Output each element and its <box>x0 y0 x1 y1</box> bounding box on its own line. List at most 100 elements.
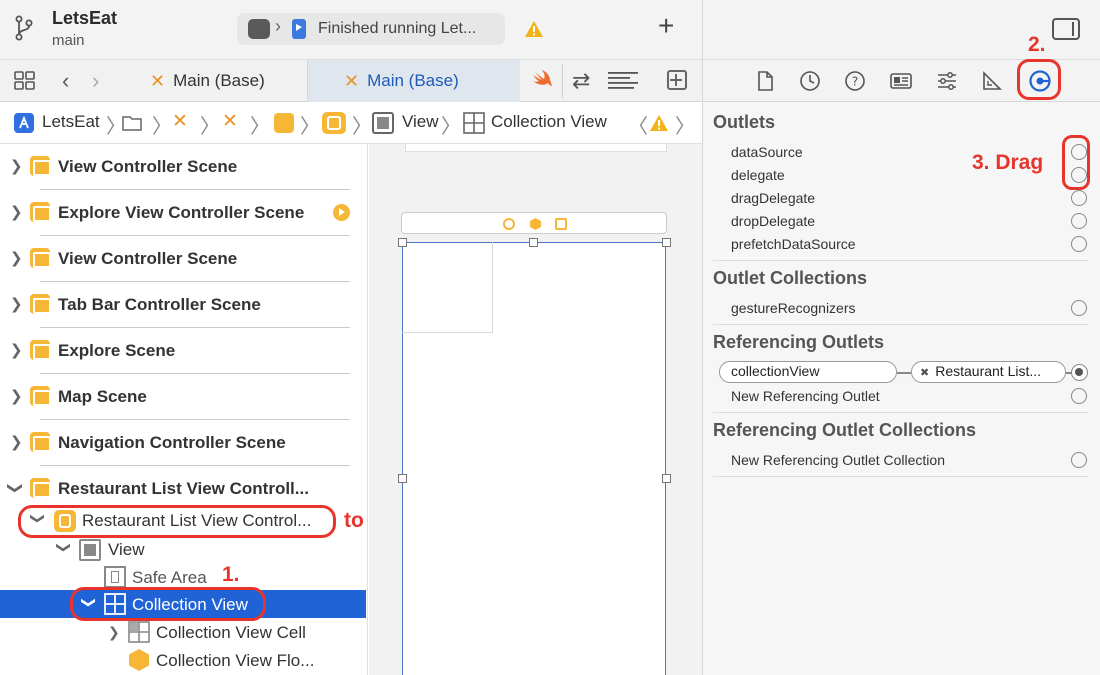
view-controller-icon[interactable] <box>322 112 346 134</box>
connected-indicator[interactable] <box>1071 364 1088 381</box>
size-inspector-icon[interactable] <box>981 70 1003 92</box>
swift-icon[interactable] <box>530 68 554 92</box>
annotation-step-2: 2. <box>1028 33 1046 56</box>
jump-project[interactable]: LetsEat <box>42 112 100 132</box>
disclosure-down-icon[interactable]: ❯ <box>6 482 24 495</box>
swap-arrows-icon[interactable]: ⇄ <box>572 68 590 94</box>
chevron-right-icon[interactable]: 〉 <box>675 110 695 139</box>
outlet-connector[interactable] <box>1071 236 1087 252</box>
scheme-icon[interactable] <box>248 19 270 39</box>
chevron-right-icon: 〉 <box>441 116 461 138</box>
warning-icon[interactable] <box>649 114 669 132</box>
sidebar-toggle-icon[interactable] <box>1052 18 1080 40</box>
storyboard-icon[interactable]: ✕ <box>172 110 188 133</box>
device-icon[interactable] <box>290 18 308 40</box>
tree-label-collection-view[interactable]: Collection View <box>132 595 248 615</box>
resize-handle[interactable] <box>529 238 538 247</box>
tree-label-flow-layout[interactable]: Collection View Flo... <box>156 651 314 671</box>
disclosure-right-icon[interactable]: ❯ <box>10 295 23 313</box>
disclosure-down-icon[interactable]: ❯ <box>55 542 72 554</box>
chevron-right-icon: 〉 <box>152 116 172 138</box>
scene-row[interactable]: ❯ Explore View Controller Scene <box>0 190 368 236</box>
disclosure-right-icon[interactable]: ❯ <box>10 433 23 451</box>
scene-row[interactable]: ❯ View Controller Scene <box>0 236 368 282</box>
divider <box>713 412 1088 413</box>
resize-handle[interactable] <box>398 474 407 483</box>
object-icon[interactable] <box>530 218 541 230</box>
scene-icon <box>30 202 51 222</box>
forward-button[interactable]: › <box>92 68 99 94</box>
editor-options-icon[interactable] <box>608 71 638 89</box>
related-items-grid-icon[interactable] <box>14 71 36 91</box>
disclosure-right-icon[interactable]: ❯ <box>10 249 23 267</box>
entry-arrow-icon[interactable] <box>333 204 350 221</box>
back-button[interactable]: ‹ <box>62 68 69 94</box>
storyboard-base-icon[interactable]: ✕ <box>222 110 238 133</box>
remove-connection-icon[interactable]: ✖ <box>920 367 929 379</box>
scene-preview <box>405 144 667 152</box>
collection-cell-canvas[interactable] <box>402 242 493 333</box>
file-inspector-icon[interactable] <box>754 70 776 92</box>
identity-inspector-icon[interactable] <box>890 70 912 92</box>
referencing-target-pill[interactable]: ✖ Restaurant List... <box>911 361 1066 383</box>
connections-inspector-icon[interactable] <box>1028 69 1052 93</box>
divider <box>713 324 1088 325</box>
help-inspector-icon[interactable]: ? <box>844 70 866 92</box>
scene-icon[interactable] <box>274 113 294 133</box>
annotation-step-1: 1. <box>222 563 240 586</box>
referencing-outlet-pill[interactable]: collectionView <box>719 361 897 383</box>
history-inspector-icon[interactable] <box>799 70 821 92</box>
outlet-label: dragDelegate <box>731 190 816 206</box>
outlet-connector[interactable] <box>1071 300 1087 316</box>
disclosure-right-icon[interactable]: ❯ <box>10 387 23 405</box>
connection-line <box>897 372 911 374</box>
resize-handle[interactable] <box>662 474 671 483</box>
scene-row[interactable]: ❯ Tab Bar Controller Scene <box>0 282 368 328</box>
disclosure-down-icon[interactable]: ❯ <box>29 513 46 525</box>
disclosure-right-icon[interactable]: ❯ <box>10 203 23 221</box>
first-responder-icon[interactable] <box>503 218 515 230</box>
resize-handle[interactable] <box>662 238 671 247</box>
scene-row[interactable]: ❯ Explore Scene <box>0 328 368 374</box>
interface-builder-icon: ✕ <box>344 70 360 91</box>
divider <box>713 260 1088 261</box>
collection-view-icon[interactable] <box>463 112 485 134</box>
jump-collection-view[interactable]: Collection View <box>491 112 607 132</box>
tab-main-base-active[interactable]: ✕ Main (Base) <box>308 60 520 102</box>
attributes-inspector-icon[interactable] <box>936 70 958 92</box>
outlet-label: dropDelegate <box>731 213 816 229</box>
scene-icon <box>30 156 51 176</box>
outlet-connector[interactable] <box>1071 190 1087 206</box>
outlet-connector[interactable] <box>1071 388 1087 404</box>
view-icon[interactable] <box>372 112 394 134</box>
disclosure-right-icon[interactable]: ❯ <box>10 341 23 359</box>
tree-label-safe-area[interactable]: Safe Area <box>132 568 207 588</box>
scene-dock[interactable] <box>401 212 667 234</box>
resize-handle[interactable] <box>398 238 407 247</box>
scene-row[interactable]: ❯ View Controller Scene <box>0 144 368 190</box>
scene-label: Tab Bar Controller Scene <box>58 295 261 314</box>
outlet-connector[interactable] <box>1071 452 1087 468</box>
tree-label-controller[interactable]: Restaurant List View Control... <box>82 511 311 531</box>
tab-main-base[interactable]: ✕ Main (Base) <box>120 60 308 102</box>
disclosure-right-icon[interactable]: ❯ <box>108 624 120 641</box>
add-editor-icon[interactable] <box>667 70 687 90</box>
chevron-left-icon[interactable]: 〈 <box>628 110 648 139</box>
app-project-icon[interactable] <box>14 113 34 133</box>
disclosure-right-icon[interactable]: ❯ <box>10 157 23 175</box>
warning-icon[interactable] <box>524 20 544 38</box>
chevron-right-icon: 〉 <box>300 116 320 138</box>
exit-icon[interactable] <box>555 218 567 230</box>
tree-label-view[interactable]: View <box>108 540 145 560</box>
disclosure-down-icon[interactable]: ❯ <box>80 597 97 609</box>
new-referencing-outlet-collection-label: New Referencing Outlet Collection <box>731 452 945 468</box>
tree-label-cell[interactable]: Collection View Cell <box>156 623 306 643</box>
branch-icon <box>15 15 33 41</box>
jump-view[interactable]: View <box>402 112 439 132</box>
scene-icon <box>30 248 51 268</box>
scene-row[interactable]: ❯ Map Scene <box>0 374 368 420</box>
outlet-connector[interactable] <box>1071 213 1087 229</box>
folder-icon[interactable] <box>122 113 142 133</box>
add-button[interactable]: + <box>658 12 674 40</box>
scene-row[interactable]: ❯ Navigation Controller Scene <box>0 420 368 466</box>
